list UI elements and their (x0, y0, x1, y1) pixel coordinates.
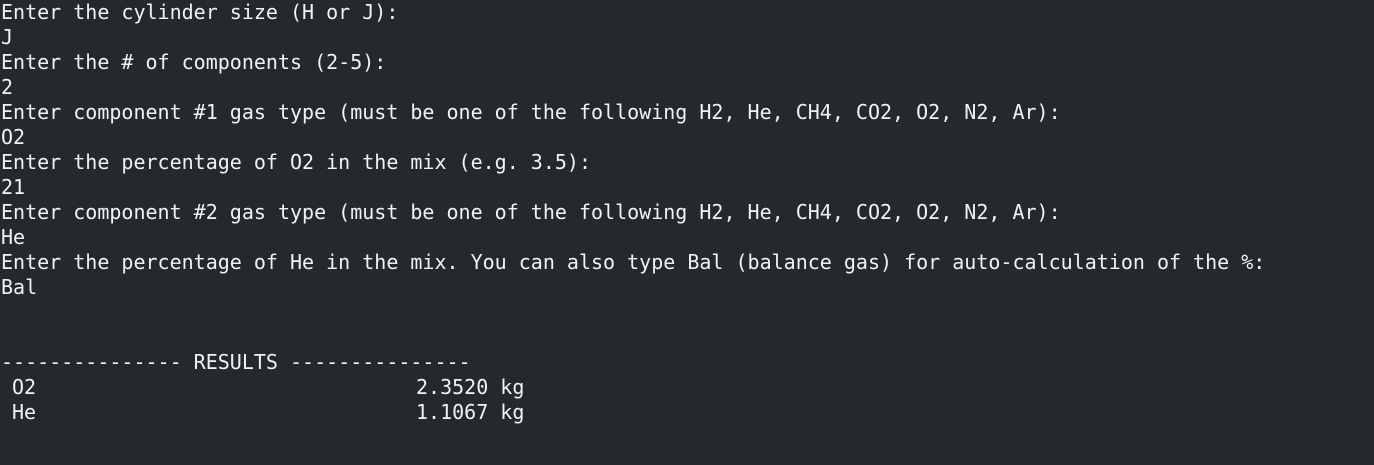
result-mass-value: 2.3520 kg (416, 375, 525, 399)
input-component-count: 2 (1, 75, 14, 99)
result-gas-name: He (12, 400, 37, 424)
results-header: --------------- RESULTS --------------- (1, 350, 471, 374)
prompt-cylinder-size: Enter the cylinder size (H or J): (1, 0, 399, 24)
result-row: He 1.1067 kg (0, 400, 1374, 425)
prompt-component-2-gas: Enter component #2 gas type (must be one… (1, 200, 1061, 224)
prompt-component-1-percent: Enter the percentage of O2 in the mix (e… (1, 150, 592, 174)
input-component-1-percent: 21 (1, 175, 26, 199)
input-component-2-percent: Bal (1, 275, 38, 299)
result-mass-value: 1.1067 kg (416, 400, 525, 424)
input-component-1-gas: O2 (1, 125, 26, 149)
prompt-component-2-percent: Enter the percentage of He in the mix. Y… (1, 250, 1266, 274)
terminal-window[interactable]: Enter the cylinder size (H or J): J Ente… (0, 0, 1374, 465)
result-gas-name: O2 (12, 375, 37, 399)
prompt-component-count: Enter the # of components (2-5): (1, 50, 387, 74)
prompt-component-1-gas: Enter component #1 gas type (must be one… (1, 100, 1061, 124)
input-component-2-gas: He (1, 225, 26, 249)
input-cylinder-size: J (1, 25, 14, 49)
result-row: O2 2.3520 kg (0, 375, 1374, 400)
